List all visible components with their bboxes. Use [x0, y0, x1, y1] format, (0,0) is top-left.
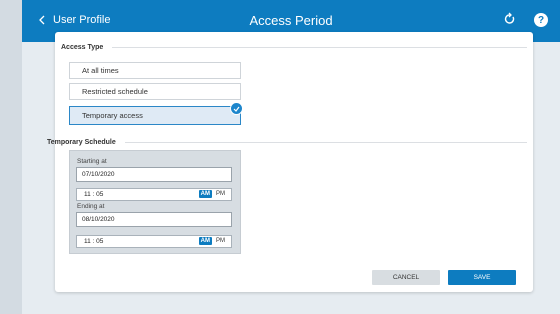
option-label: Temporary access: [82, 111, 143, 120]
pm-toggle[interactable]: PM: [216, 191, 225, 197]
end-ampm-toggle: AM PM: [198, 237, 225, 245]
check-icon: [230, 102, 243, 115]
option-at-all-times[interactable]: At all times: [69, 62, 241, 79]
option-temporary-access[interactable]: Temporary access: [69, 106, 241, 125]
start-date-value: 07/10/2020: [82, 171, 115, 178]
start-time-value: 11 : 05: [84, 191, 104, 198]
end-time-input[interactable]: 11 : 05 AM PM: [76, 235, 232, 248]
refresh-icon[interactable]: [504, 12, 518, 28]
page-title: Access Period: [249, 13, 333, 28]
start-time-input[interactable]: 11 : 05 AM PM: [76, 188, 232, 201]
access-type-heading-text: Access Type: [61, 44, 104, 51]
save-button[interactable]: SAVE: [448, 270, 516, 285]
am-toggle[interactable]: AM: [198, 237, 212, 245]
access-period-card: Access Type At all times Restricted sche…: [47, 32, 533, 292]
ending-at-label: Ending at: [77, 203, 105, 210]
option-label: Restricted schedule: [82, 87, 148, 96]
section-divider: [124, 142, 527, 143]
starting-at-label: Starting at: [77, 158, 107, 165]
start-ampm-toggle: AM PM: [198, 190, 225, 198]
start-date-input[interactable]: 07/10/2020: [76, 167, 232, 182]
schedule-panel: Starting at 07/10/2020 11 : 05 AM PM End…: [69, 150, 241, 254]
help-icon[interactable]: ?: [534, 13, 548, 27]
end-date-value: 08/10/2020: [82, 216, 115, 223]
am-toggle[interactable]: AM: [198, 190, 212, 198]
temporary-schedule-heading-text: Temporary Schedule: [47, 139, 116, 146]
cancel-button[interactable]: CANCEL: [372, 270, 440, 285]
temporary-schedule-heading: Temporary Schedule: [47, 139, 527, 146]
end-date-input[interactable]: 08/10/2020: [76, 212, 232, 227]
pm-toggle[interactable]: PM: [216, 238, 225, 244]
option-label: At all times: [82, 66, 119, 75]
end-time-value: 11 : 05: [84, 238, 104, 245]
section-divider: [112, 47, 527, 48]
option-restricted-schedule[interactable]: Restricted schedule: [69, 83, 241, 100]
access-type-heading: Access Type: [61, 44, 527, 51]
